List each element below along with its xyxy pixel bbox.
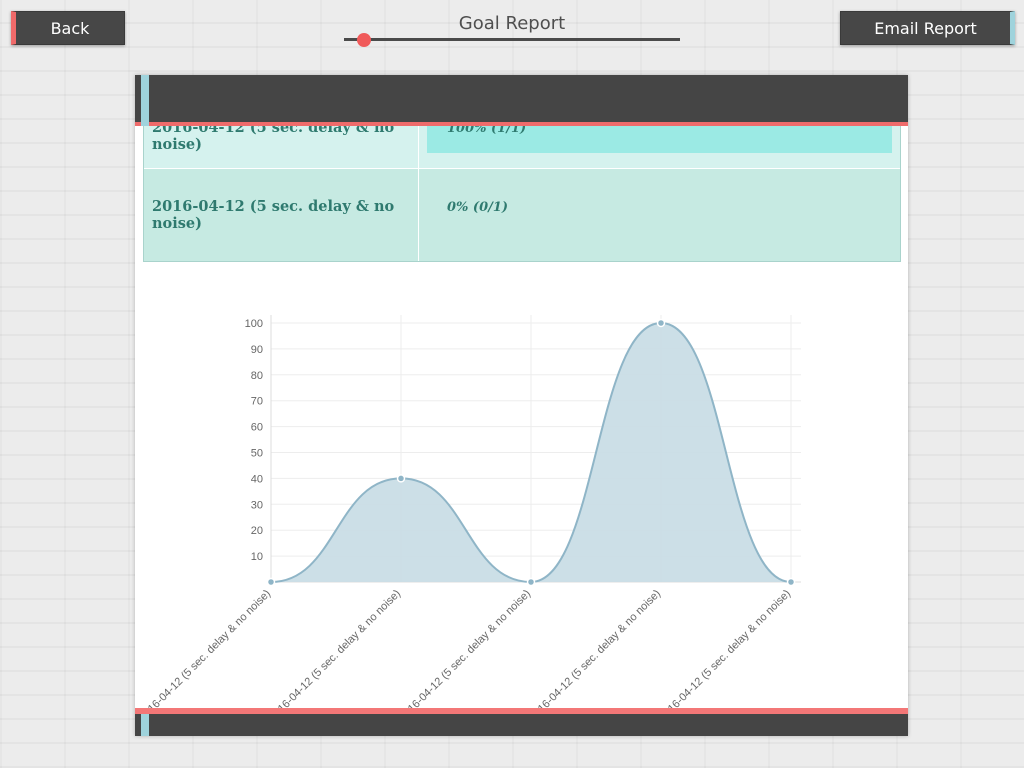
header-accent — [141, 75, 149, 126]
y-tick-label: 60 — [251, 422, 263, 434]
x-tick-label: 2016-04-12 (5 sec. delay & no noise) — [137, 588, 273, 724]
panel-header-bar — [135, 75, 908, 126]
y-tick-label: 100 — [245, 318, 263, 330]
y-tick-label: 90 — [251, 344, 263, 356]
y-tick-label: 40 — [251, 473, 263, 485]
panel-footer-bar — [135, 708, 908, 736]
x-tick-label: 2016-04-12 (5 sec. delay & no noise) — [267, 588, 403, 724]
report-slider[interactable] — [344, 33, 680, 47]
data-point — [396, 474, 406, 483]
email-report-label: Email Report — [874, 18, 977, 38]
goal-progress-chart: 10 20 30 40 50 60 70 80 90 100 2016-04-12 (5 sec. … — [137, 315, 801, 724]
y-tick-label: 10 — [251, 551, 263, 563]
x-tick-label: 2016-04-12 (5 sec. delay & no noise) — [527, 588, 663, 724]
report-panel[interactable]: 2016-04-12 (5 sec. delay & no noise) 100… — [135, 75, 908, 736]
data-point — [786, 577, 796, 587]
slider-handle[interactable] — [357, 33, 372, 47]
data-point — [656, 318, 666, 328]
back-button-label: Back — [50, 18, 90, 38]
data-point — [266, 577, 276, 587]
page-title: Goal Report — [458, 13, 566, 34]
y-tick-label: 80 — [251, 370, 263, 382]
x-tick-label: 2016-04-12 (5 sec. delay & no noise) — [657, 588, 793, 724]
x-tick-label: 2016-04-12 (5 sec. delay & no noise) — [397, 588, 533, 724]
y-tick-label: 20 — [251, 525, 263, 537]
back-button[interactable]: Back — [11, 11, 125, 45]
data-point — [526, 577, 536, 587]
y-tick-label: 30 — [251, 499, 263, 511]
y-tick-label: 70 — [251, 396, 263, 408]
email-report-button[interactable]: Email Report — [840, 11, 1015, 45]
y-tick-label: 50 — [251, 448, 263, 460]
footer-accent — [141, 714, 149, 736]
